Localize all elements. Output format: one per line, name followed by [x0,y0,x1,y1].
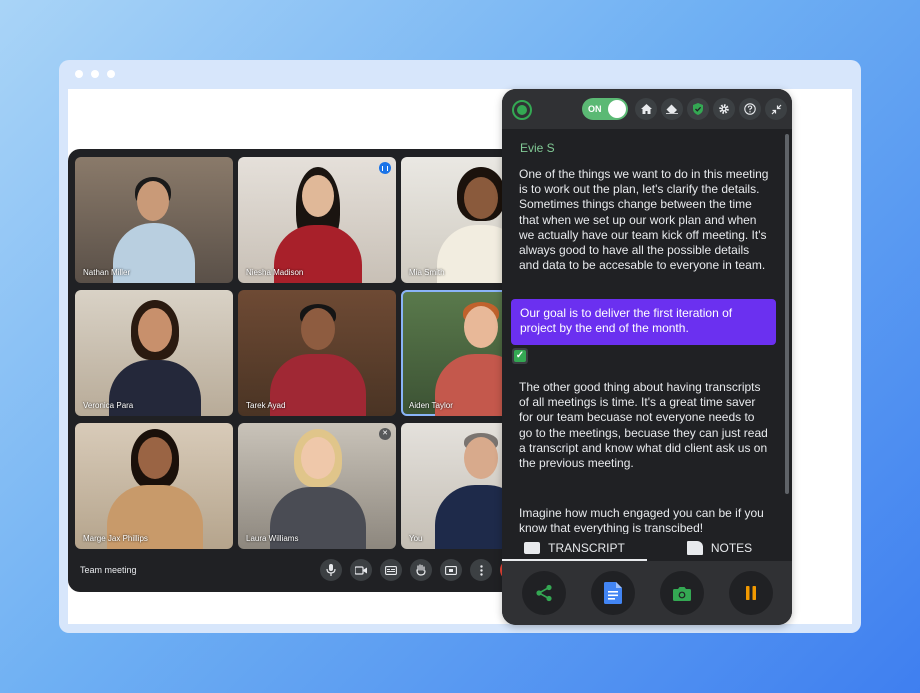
participant-face [464,437,498,479]
call-controls [320,559,532,581]
notes-icon [686,540,703,555]
participant-name: Mia Smith [409,268,445,277]
home-button[interactable] [635,98,657,120]
participant-name: Tarek Ayad [246,401,286,410]
transcript-paragraph: One of the things we want to do in this … [519,167,769,273]
window-dots [75,70,115,78]
video-call-panel: Nathan Miller Niesha Madison Mia Smith V… [68,149,568,592]
shield-button[interactable] [687,98,709,120]
raise-hand-icon [416,564,426,576]
camera-button[interactable] [350,559,372,581]
toggle-label: ON [588,104,602,114]
settings-button[interactable] [713,98,735,120]
share-button[interactable] [522,571,566,615]
captions-button[interactable] [380,559,402,581]
header-icons [635,98,787,120]
meeting-toolbar: Team meeting [68,550,568,592]
transcript-content[interactable]: Evie S One of the things we want to do i… [502,129,792,534]
present-icon [445,565,457,575]
help-icon [744,103,756,115]
participant-face [138,308,172,352]
eraser-icon [666,104,678,114]
participant-tile[interactable]: Veronica Para [75,290,233,416]
captions-icon [385,565,397,575]
participant-tile[interactable]: ✕ Laura Williams [238,423,396,549]
participant-face [138,437,172,479]
transcript-icon [524,541,541,554]
camera-icon [355,565,367,575]
raise-hand-button[interactable] [410,559,432,581]
screenshot-button[interactable] [660,571,704,615]
collapse-button[interactable] [765,98,787,120]
speaking-indicator-icon [379,162,391,174]
record-icon[interactable] [512,100,532,120]
collapse-icon [771,104,781,114]
participant-grid: Nathan Miller Niesha Madison Mia Smith V… [75,157,560,549]
participant-name: Marge Jax Phillips [83,534,148,543]
tab-label: NOTES [710,540,753,555]
participant-name: Aiden Taylor [409,401,453,410]
participant-face [301,308,335,350]
speaker-name: Evie S [520,141,555,155]
participant-name: Veronica Para [83,401,134,410]
participant-face [301,437,335,479]
more-options-button[interactable] [470,559,492,581]
more-icon [479,564,483,576]
transcript-paragraph: Imagine how much engaged you can be if y… [519,506,764,534]
participant-face [464,306,498,348]
participant-name: Niesha Madison [246,268,304,277]
transcript-panel: ON Evie S One of the things we want to d… [502,89,792,625]
meeting-title: Team meeting [80,565,137,575]
participant-tile[interactable]: Tarek Ayad [238,290,396,416]
docs-icon [604,582,622,604]
mic-button[interactable] [320,559,342,581]
present-button[interactable] [440,559,462,581]
participant-tile[interactable]: Marge Jax Phillips [75,423,233,549]
participant-face [302,175,334,217]
mic-icon [326,564,336,576]
gear-icon [719,104,729,114]
participant-tile[interactable]: Nathan Miller [75,157,233,283]
check-icon[interactable]: ✓ [512,348,528,364]
participant-name: You [409,534,423,543]
camera-icon [673,586,691,601]
panel-actions [502,561,792,625]
share-icon [536,584,552,602]
muted-mic-icon: ✕ [379,428,391,440]
participant-name: Nathan Miller [83,268,131,277]
scrollbar[interactable] [785,134,789,494]
eraser-button[interactable] [661,98,683,120]
highlighted-transcript[interactable]: Our goal is to deliver the first iterati… [511,299,776,345]
panel-header: ON [502,89,792,129]
window-dot-maximize[interactable] [107,70,115,78]
participant-face [464,177,498,219]
participant-tile[interactable]: Niesha Madison [238,157,396,283]
pause-button[interactable] [729,571,773,615]
participant-name: Laura Williams [246,534,299,543]
transcript-paragraph: The other good thing about having transc… [519,380,768,471]
docs-button[interactable] [591,571,635,615]
pause-icon [746,586,756,600]
window-dot-close[interactable] [75,70,83,78]
tab-notes[interactable]: NOTES [647,534,792,561]
participant-face [137,181,169,221]
window-dot-minimize[interactable] [91,70,99,78]
transcription-toggle[interactable]: ON [582,98,628,120]
tab-label: TRANSCRIPT [548,540,625,555]
tab-transcript[interactable]: TRANSCRIPT [502,534,647,561]
panel-tabs: TRANSCRIPT NOTES [502,534,792,561]
help-button[interactable] [739,98,761,120]
toggle-knob [608,100,626,118]
shield-icon [693,103,703,115]
home-icon [640,104,652,114]
